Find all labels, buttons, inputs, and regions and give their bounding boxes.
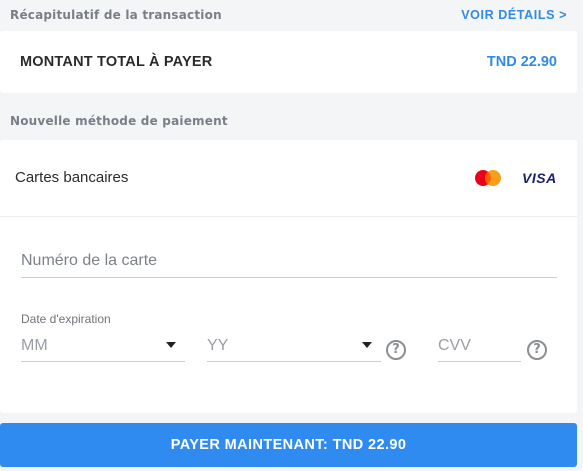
total-amount: TND 22.90 (486, 54, 557, 70)
caret-down-icon (362, 342, 372, 348)
card-type-row[interactable]: Cartes bancaires VISA (0, 140, 577, 217)
expiry-year-value: YY (207, 337, 229, 354)
card-payment-panel: Cartes bancaires VISA Numéro de la carte… (0, 140, 577, 413)
help-icon[interactable]: ? (386, 340, 406, 360)
cvv-help-icon[interactable]: ? (527, 340, 547, 360)
visa-icon: VISA (522, 170, 557, 186)
card-number-input[interactable]: Numéro de la carte (21, 250, 557, 278)
expiry-label: Date d'expiration (21, 312, 111, 326)
see-details-link[interactable]: VOIR DÉTAILS > (461, 8, 567, 22)
transaction-summary-header: Récapitulatif de la transaction VOIR DÉT… (0, 0, 583, 30)
card-number-placeholder: Numéro de la carte (21, 252, 158, 269)
cvv-placeholder: CVV (438, 337, 471, 354)
expiry-month-value: MM (21, 337, 48, 354)
total-label: MONTANT TOTAL À PAYER (20, 54, 213, 70)
expiry-month-select[interactable]: MM (21, 334, 185, 362)
total-amount-card: MONTANT TOTAL À PAYER TND 22.90 (0, 31, 577, 93)
cvv-input[interactable]: CVV (438, 334, 521, 362)
payment-method-title: Nouvelle méthode de paiement (10, 114, 228, 128)
mastercard-icon (474, 169, 502, 187)
pay-now-button[interactable]: PAYER MAINTENANT: TND 22.90 (0, 423, 577, 467)
caret-down-icon (166, 342, 176, 348)
summary-title: Récapitulatif de la transaction (10, 8, 222, 22)
expiry-year-select[interactable]: YY (207, 334, 381, 362)
card-type-label: Cartes bancaires (15, 169, 129, 186)
